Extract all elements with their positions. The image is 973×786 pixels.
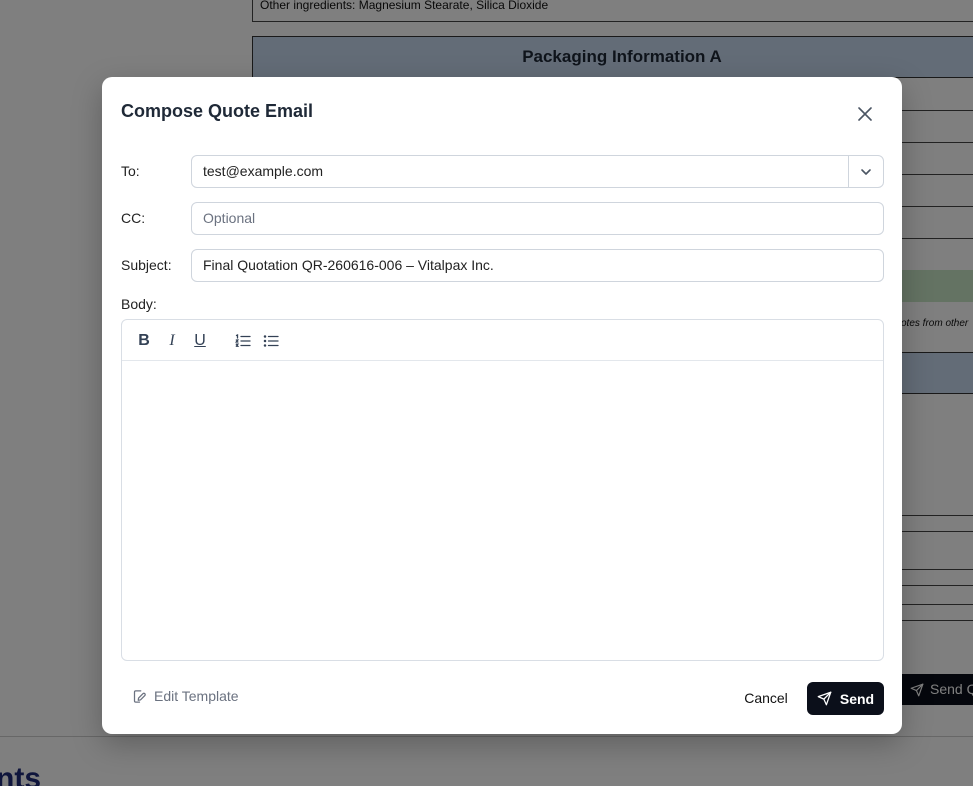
body-textarea[interactable] [122, 361, 883, 660]
subject-input[interactable]: Final Quotation QR-260616-006 – Vitalpax… [191, 249, 884, 282]
bullet-list-icon [263, 335, 279, 347]
send-label: Send [839, 690, 875, 707]
cc-label: CC: [121, 210, 146, 226]
to-label: To: [121, 163, 140, 179]
to-field[interactable]: test@example.com [191, 155, 884, 188]
to-value: test@example.com [203, 163, 324, 179]
underline-button[interactable]: U [191, 332, 209, 350]
bold-button[interactable]: B [135, 332, 153, 350]
compose-email-modal: Compose Quote Email To: test@example.com… [102, 77, 902, 734]
chevron-down-icon [861, 168, 871, 175]
edit-template-button[interactable]: Edit Template [132, 688, 239, 704]
ordered-list-icon [235, 333, 251, 347]
subject-label: Subject: [121, 257, 172, 273]
ordered-list-button[interactable] [234, 332, 252, 350]
body-editor: B I U [121, 319, 884, 661]
editor-toolbar: B I U [122, 320, 883, 361]
cancel-button[interactable]: Cancel [740, 682, 792, 715]
edit-icon [133, 689, 146, 703]
send-icon [817, 691, 832, 706]
italic-button[interactable]: I [163, 332, 181, 350]
modal-title: Compose Quote Email [121, 101, 314, 121]
body-label: Body: [121, 296, 157, 312]
to-dropdown-toggle[interactable] [848, 156, 883, 187]
bullet-list-button[interactable] [262, 332, 280, 350]
edit-template-label: Edit Template [154, 688, 239, 704]
close-icon [858, 107, 872, 121]
send-button[interactable]: Send [807, 682, 884, 715]
cc-input[interactable]: Optional [191, 202, 884, 235]
close-button[interactable] [854, 103, 876, 125]
